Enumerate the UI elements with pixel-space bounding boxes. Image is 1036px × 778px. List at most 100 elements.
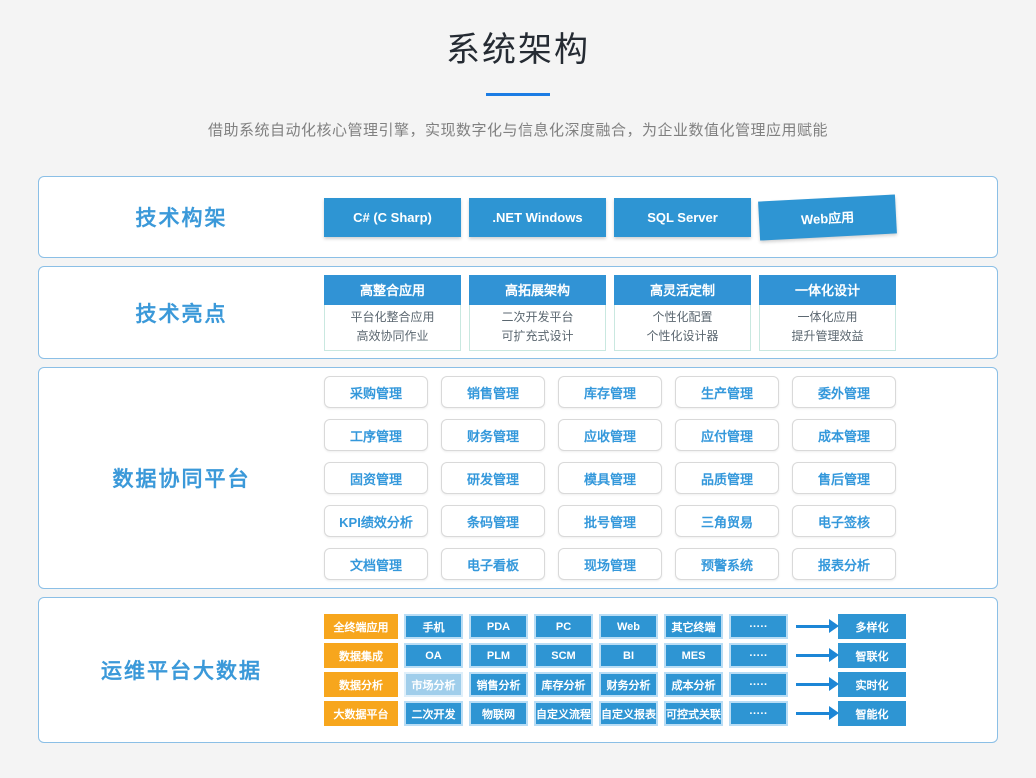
ops-chip: 财务分析 — [599, 672, 658, 697]
module-button-esign[interactable]: 电子签核 — [792, 505, 896, 537]
section-tech-framework: 技术构架 C# (C Sharp) .NET Windows SQL Serve… — [38, 176, 998, 258]
ops-chip-ellipsis: ····· — [729, 614, 788, 639]
highlight-card-line: 个性化设计器 — [615, 327, 750, 346]
module-button-document[interactable]: 文档管理 — [324, 548, 428, 580]
ops-chip: PLM — [469, 643, 528, 668]
highlight-card-title: 高整合应用 — [324, 275, 461, 305]
ops-chip: 成本分析 — [664, 672, 723, 697]
section-ops-bigdata-label: 运维平台大数据 — [39, 655, 324, 685]
highlight-card-row: 高整合应用 平台化整合应用 高效协同作业 高拓展架构 二次开发平台 可扩充式设计… — [324, 275, 997, 351]
module-button-purchase[interactable]: 采购管理 — [324, 376, 428, 408]
ops-chip: 自定义报表 — [599, 701, 658, 726]
tech-button-sqlserver[interactable]: SQL Server — [614, 198, 751, 237]
module-button-mold[interactable]: 模具管理 — [558, 462, 662, 494]
module-button-finance[interactable]: 财务管理 — [441, 419, 545, 451]
module-button-triangle-trade[interactable]: 三角贸易 — [675, 505, 779, 537]
ops-chip: PC — [534, 614, 593, 639]
highlight-card-line: 可扩充式设计 — [470, 327, 605, 346]
ops-chip: Web — [599, 614, 658, 639]
ops-chip: 库存分析 — [534, 672, 593, 697]
module-button-barcode[interactable]: 条码管理 — [441, 505, 545, 537]
ops-chip: PDA — [469, 614, 528, 639]
module-grid: 采购管理 销售管理 库存管理 生产管理 委外管理 工序管理 财务管理 应收管理 … — [324, 376, 997, 580]
module-button-shopfloor[interactable]: 现场管理 — [558, 548, 662, 580]
ops-rows: 全终端应用 手机 PDA PC Web 其它终端 ····· 多样化 数据集成 … — [324, 614, 997, 726]
module-button-batch[interactable]: 批号管理 — [558, 505, 662, 537]
sections-container: 技术构架 C# (C Sharp) .NET Windows SQL Serve… — [38, 176, 998, 743]
highlight-card-extensibility: 高拓展架构 二次开发平台 可扩充式设计 — [469, 275, 606, 351]
ops-chip-ellipsis: ····· — [729, 672, 788, 697]
ops-chip: OA — [404, 643, 463, 668]
ops-row-analysis: 数据分析 市场分析 销售分析 库存分析 财务分析 成本分析 ····· 实时化 — [324, 672, 997, 697]
highlight-card-line: 个性化配置 — [615, 308, 750, 327]
ops-category-label: 大数据平台 — [324, 701, 398, 726]
ops-chip: 市场分析 — [404, 672, 463, 697]
highlight-card-line: 一体化应用 — [760, 308, 895, 327]
section-data-platform-label: 数据协同平台 — [39, 463, 324, 493]
ops-result-label: 智联化 — [838, 643, 906, 668]
ops-chip-ellipsis: ····· — [729, 643, 788, 668]
module-button-quality[interactable]: 品质管理 — [675, 462, 779, 494]
section-data-platform: 数据协同平台 采购管理 销售管理 库存管理 生产管理 委外管理 工序管理 财务管… — [38, 367, 998, 589]
page-title: 系统架构 — [0, 22, 1036, 71]
ops-row-bigdata-platform: 大数据平台 二次开发 物联网 自定义流程 自定义报表 可控式关联 ····· 智… — [324, 701, 997, 726]
highlight-card-body: 二次开发平台 可扩充式设计 — [469, 305, 606, 351]
tech-button-csharp[interactable]: C# (C Sharp) — [324, 198, 461, 237]
highlight-card-body: 个性化配置 个性化设计器 — [614, 305, 751, 351]
arrow-right-icon — [796, 654, 830, 657]
highlight-card-integration: 高整合应用 平台化整合应用 高效协同作业 — [324, 275, 461, 351]
ops-category-label: 数据分析 — [324, 672, 398, 697]
highlight-card-unified: 一体化设计 一体化应用 提升管理效益 — [759, 275, 896, 351]
module-button-kpi[interactable]: KPI绩效分析 — [324, 505, 428, 537]
ops-category-label: 数据集成 — [324, 643, 398, 668]
ops-chip: 销售分析 — [469, 672, 528, 697]
ops-chip: 手机 — [404, 614, 463, 639]
tech-button-dotnet[interactable]: .NET Windows — [469, 198, 606, 237]
module-button-kanban[interactable]: 电子看板 — [441, 548, 545, 580]
ops-chip-ellipsis: ····· — [729, 701, 788, 726]
module-button-process[interactable]: 工序管理 — [324, 419, 428, 451]
module-button-production[interactable]: 生产管理 — [675, 376, 779, 408]
tech-button-row: C# (C Sharp) .NET Windows SQL Server Web… — [324, 198, 997, 237]
ops-chip: 物联网 — [469, 701, 528, 726]
module-button-inventory[interactable]: 库存管理 — [558, 376, 662, 408]
module-button-report[interactable]: 报表分析 — [792, 548, 896, 580]
module-button-outsourcing[interactable]: 委外管理 — [792, 376, 896, 408]
ops-row-terminals: 全终端应用 手机 PDA PC Web 其它终端 ····· 多样化 — [324, 614, 997, 639]
ops-chip: MES — [664, 643, 723, 668]
ops-chip: BI — [599, 643, 658, 668]
module-button-rnd[interactable]: 研发管理 — [441, 462, 545, 494]
ops-category-label: 全终端应用 — [324, 614, 398, 639]
highlight-card-body: 平台化整合应用 高效协同作业 — [324, 305, 461, 351]
highlight-card-line: 提升管理效益 — [760, 327, 895, 346]
module-button-cost[interactable]: 成本管理 — [792, 419, 896, 451]
page-subtitle: 借助系统自动化核心管理引擎，实现数字化与信息化深度融合，为企业数值化管理应用赋能 — [0, 119, 1036, 140]
module-button-sales[interactable]: 销售管理 — [441, 376, 545, 408]
module-button-alert[interactable]: 预警系统 — [675, 548, 779, 580]
highlight-card-line: 二次开发平台 — [470, 308, 605, 327]
ops-result-label: 智能化 — [838, 701, 906, 726]
module-button-fixed-assets[interactable]: 固资管理 — [324, 462, 428, 494]
module-button-receivable[interactable]: 应收管理 — [558, 419, 662, 451]
page-header: 系统架构 借助系统自动化核心管理引擎，实现数字化与信息化深度融合，为企业数值化管… — [0, 0, 1036, 140]
section-ops-bigdata: 运维平台大数据 全终端应用 手机 PDA PC Web 其它终端 ····· 多… — [38, 597, 998, 743]
ops-row-integration: 数据集成 OA PLM SCM BI MES ····· 智联化 — [324, 643, 997, 668]
arrow-right-icon — [796, 683, 830, 686]
module-button-payable[interactable]: 应付管理 — [675, 419, 779, 451]
highlight-card-line: 平台化整合应用 — [325, 308, 460, 327]
tech-button-web[interactable]: Web应用 — [758, 194, 897, 240]
section-tech-highlights-label: 技术亮点 — [39, 298, 324, 328]
arrow-right-icon — [796, 712, 830, 715]
ops-chip: SCM — [534, 643, 593, 668]
highlight-card-title: 高灵活定制 — [614, 275, 751, 305]
highlight-card-body: 一体化应用 提升管理效益 — [759, 305, 896, 351]
ops-result-label: 实时化 — [838, 672, 906, 697]
highlight-card-title: 高拓展架构 — [469, 275, 606, 305]
highlight-card-title: 一体化设计 — [759, 275, 896, 305]
section-tech-framework-label: 技术构架 — [39, 202, 324, 232]
ops-chip: 自定义流程 — [534, 701, 593, 726]
highlight-card-flexibility: 高灵活定制 个性化配置 个性化设计器 — [614, 275, 751, 351]
module-button-aftersales[interactable]: 售后管理 — [792, 462, 896, 494]
title-underline — [486, 93, 550, 96]
ops-result-label: 多样化 — [838, 614, 906, 639]
